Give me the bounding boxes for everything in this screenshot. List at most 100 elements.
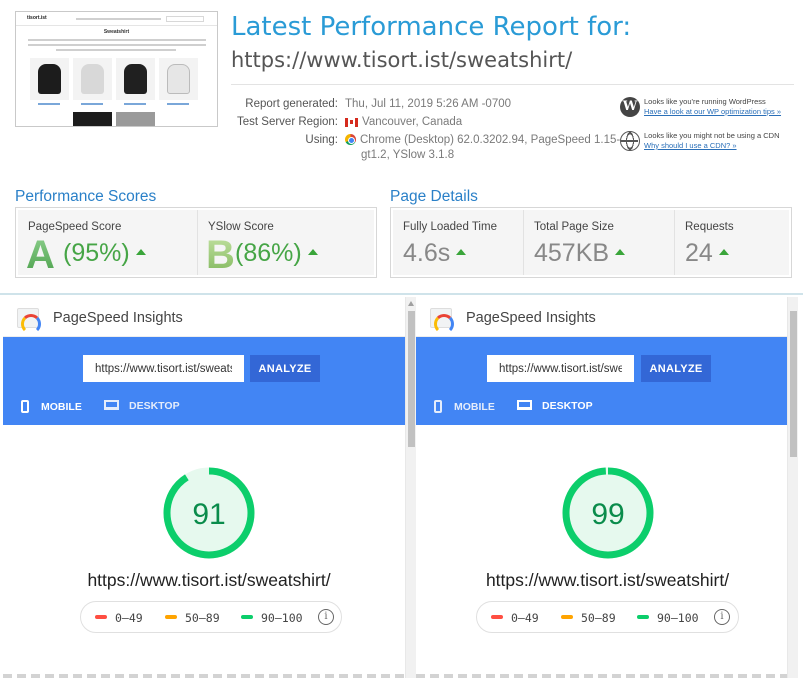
legend-poor-label: 0–49 [511,611,539,625]
up-arrow-icon [135,249,146,255]
legend-average-label: 50–89 [185,611,220,625]
thumbnail-caption [81,103,103,105]
fully-loaded-cell: Fully Loaded Time 4.6s [393,210,523,275]
legend-poor-label: 0–49 [115,611,143,625]
thumbnail-heading: Sweatshirt [103,29,130,35]
scroll-up-arrow-icon[interactable] [408,301,414,306]
requests-label: Requests [685,221,734,233]
canada-flag-icon [345,118,358,127]
yslow-grade: B [206,233,235,277]
scrollbar-thumb[interactable] [790,311,797,457]
using-value: Chrome (Desktop) 62.0.3202.94, PageSpeed… [345,134,620,146]
tested-url: https://www.tisort.ist/sweatshirt/ [485,570,730,590]
analyze-button[interactable]: ANALYZE [250,355,320,382]
score-gauge: 99 [562,467,654,559]
legend-average: 50–89 [561,611,616,625]
tab-mobile[interactable]: MOBILE [21,400,82,416]
thumbnail-product [73,58,112,100]
legend-green-bar [241,615,253,619]
psi-title: PageSpeed Insights [466,310,596,326]
mobile-phone-icon [21,400,29,413]
pagespeed-score-cell: PageSpeed Score A (95%) [18,210,197,277]
page-size-text: 457KB [534,239,610,267]
thumbnail-product [159,58,198,100]
performance-scores-title: Performance Scores [15,188,157,205]
wp-optimization-tips-link[interactable]: Have a look at our WP optimization tips … [644,107,781,116]
yslow-score-cell: YSlow Score B (86%) [197,210,376,277]
analyze-button[interactable]: ANALYZE [641,355,711,382]
legend-good-label: 90–100 [261,611,303,625]
server-region-value: Vancouver, Canada [345,116,462,128]
thumbnail-product [73,112,112,126]
legend-good-label: 90–100 [657,611,699,625]
up-arrow-icon [307,249,318,255]
info-icon[interactable]: i [714,609,730,625]
up-arrow-icon [456,249,467,255]
thumbnail-logo: tisort.ist [27,15,47,21]
pagespeed-pane-mobile: PageSpeed Insights ANALYZE MOBILE DESKTO… [3,297,405,678]
server-region-label: Test Server Region: [237,116,338,128]
using-value-continued: gt1.2, YSlow 3.1.8 [361,149,455,161]
pagespeed-grade: A [26,233,55,277]
report-generated-label: Report generated: [245,98,338,110]
performance-scores-panel: PageSpeed Score A (95%) YSlow Score B (8… [15,207,377,278]
right-pane-scrollbar[interactable] [787,297,798,678]
thumbnail-caption [124,103,146,105]
using-text: Chrome (Desktop) 62.0.3202.94, PageSpeed… [360,134,621,146]
thumbnail-caption [167,103,189,105]
legend-red-bar [491,615,503,619]
dashed-border [3,674,405,678]
thumbnail-text-line [28,44,206,46]
gauge-score: 91 [192,498,225,531]
tab-desktop-label: DESKTOP [129,400,180,412]
mobile-phone-icon [434,400,442,413]
using-label: Using: [305,134,338,146]
cdn-note-text: Looks like you might not be using a CDN [644,131,780,140]
section-divider [0,293,803,295]
thumbnail-text-line [56,49,176,51]
legend-poor: 0–49 [491,611,539,625]
pagespeed-pane-desktop: PageSpeed Insights ANALYZE MOBILE DESKTO… [416,297,787,678]
thumbnail-caption [38,103,60,105]
thumbnail-product [116,58,155,100]
page-details-title: Page Details [390,188,478,205]
wordpress-icon: W [620,97,640,117]
requests-value: 24 [685,238,729,268]
scrollbar-thumb[interactable] [408,311,415,447]
thumbnail-search [166,16,204,22]
thumbnail-text-line [28,39,206,41]
thumbnail-product [30,58,69,100]
pagespeed-percent: (95%) [63,238,146,268]
tab-desktop[interactable]: DESKTOP [104,400,180,416]
tested-url: https://www.tisort.ist/sweatshirt/ [87,570,331,590]
info-icon[interactable]: i [318,609,334,625]
url-input[interactable] [83,355,244,382]
desktop-monitor-icon [517,400,532,410]
gauge-score: 99 [591,498,624,531]
website-screenshot-thumbnail: tisort.ist Sweatshirt [15,11,218,127]
url-input[interactable] [487,355,634,382]
tab-mobile-label: MOBILE [41,401,82,413]
tab-desktop-label: DESKTOP [542,400,593,412]
legend-average: 50–89 [165,611,220,625]
tab-desktop[interactable]: DESKTOP [517,400,593,416]
left-pane-scrollbar[interactable] [405,297,416,678]
legend-orange-bar [165,615,177,619]
header-divider [231,84,794,85]
page-details-panel: Fully Loaded Time 4.6s Total Page Size 4… [390,207,792,278]
chrome-icon [345,134,356,145]
legend-green-bar [637,615,649,619]
why-use-cdn-link[interactable]: Why should I use a CDN? » [644,141,737,150]
report-url: https://www.tisort.ist/sweatshirt/ [231,48,573,72]
score-legend: 0–49 50–89 90–100 i [476,601,739,633]
pagespeed-logo-icon [17,308,41,334]
page-size-label: Total Page Size [534,221,614,233]
tab-mobile[interactable]: MOBILE [434,400,495,416]
legend-poor: 0–49 [95,611,143,625]
psi-title: PageSpeed Insights [53,310,183,326]
page-size-cell: Total Page Size 457KB [523,210,674,275]
yslow-percent-text: (86%) [235,239,302,267]
requests-cell: Requests 24 [674,210,791,275]
wordpress-note-text: Looks like you're running WordPress [644,97,766,106]
fully-loaded-label: Fully Loaded Time [403,221,497,233]
